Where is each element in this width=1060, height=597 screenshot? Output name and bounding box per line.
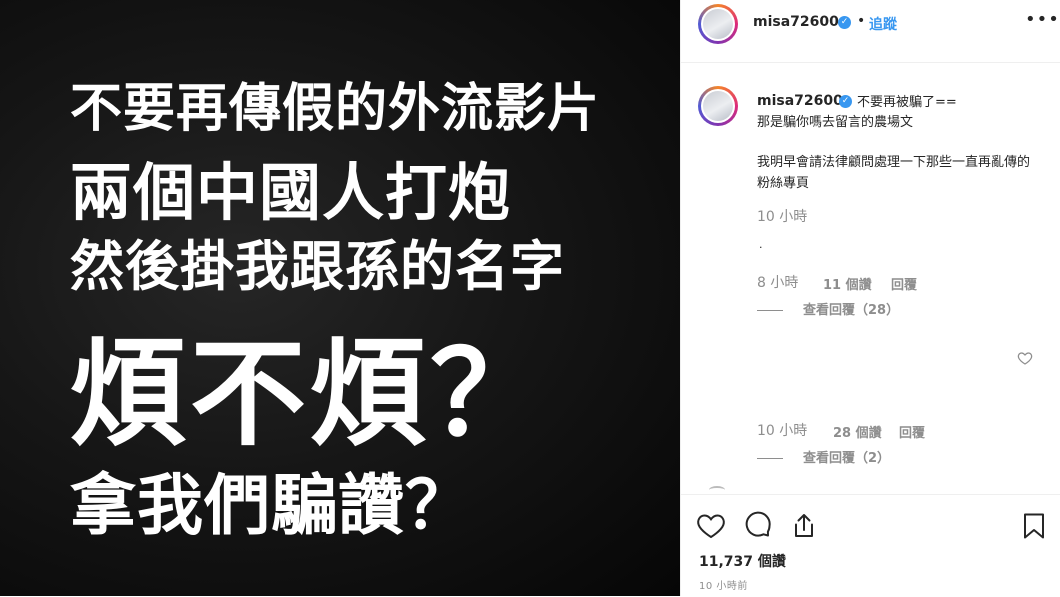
- view-replies-button[interactable]: 查看回覆（28）: [757, 299, 899, 318]
- header-separator: •: [857, 13, 866, 29]
- likes-count[interactable]: 11,737 個讚: [699, 551, 786, 571]
- caption-avatar[interactable]: [698, 86, 738, 126]
- caption-line-2: 那是騙你嗎去留言的農場文: [757, 115, 914, 130]
- caption-line-1: 不要再被騙了==: [857, 95, 957, 110]
- action-bar: 11,737 個讚 10 小時前: [681, 494, 1060, 597]
- comment-heart-icon[interactable]: [1017, 350, 1033, 366]
- comment-timestamp: 10 小時: [757, 423, 808, 439]
- reply-button[interactable]: 回覆: [899, 422, 925, 441]
- image-text-line-2: 兩個中國人打炮: [70, 156, 512, 229]
- divider-line: [757, 458, 783, 459]
- share-icon[interactable]: [789, 511, 819, 541]
- image-text-line-5: 拿我們騙讚？: [70, 467, 472, 544]
- comment-text: .: [759, 238, 763, 251]
- divider-line: [757, 310, 783, 311]
- comment-bubble-icon[interactable]: [743, 511, 773, 541]
- caption-username[interactable]: misa72600: [757, 93, 843, 109]
- header-username[interactable]: misa72600: [753, 14, 839, 30]
- partial-avatar: [709, 486, 725, 494]
- like-heart-icon[interactable]: [696, 511, 726, 541]
- post-sidebar: misa72600 ✓ • 追蹤 ••• misa72600 ✓ 不要再被騙了=…: [680, 0, 1060, 597]
- comment-likes[interactable]: 28 個讚: [833, 422, 882, 441]
- view-replies-label: 查看回覆（28）: [803, 303, 900, 318]
- post-image[interactable]: 不要再傳假的外流影片 兩個中國人打炮 然後掛我跟孫的名字 煩不煩？ 拿我們騙讚？: [0, 0, 680, 596]
- verified-badge-icon: ✓: [839, 95, 852, 108]
- comment-likes[interactable]: 11 個讚: [823, 274, 872, 293]
- view-replies-label: 查看回覆（2）: [803, 451, 891, 466]
- image-text-line-1: 不要再傳假的外流影片: [70, 79, 601, 139]
- verified-badge-icon: ✓: [838, 16, 851, 29]
- comment-timestamp: 8 小時: [757, 275, 799, 291]
- caption-timestamp: 10 小時: [757, 209, 808, 225]
- post-timestamp: 10 小時前: [699, 581, 748, 592]
- bookmark-icon[interactable]: [1019, 511, 1049, 541]
- post-header: misa72600 ✓ • 追蹤 •••: [681, 0, 1060, 63]
- more-options-icon[interactable]: •••: [1025, 9, 1060, 30]
- image-text-line-4: 煩不煩？: [70, 327, 550, 462]
- avatar[interactable]: [698, 4, 738, 44]
- caption-line-3: 我明早會請法律顧問處理一下那些一直再亂傳的粉絲專頁: [757, 155, 1031, 191]
- reply-button[interactable]: 回覆: [891, 274, 917, 293]
- view-replies-button[interactable]: 查看回覆（2）: [757, 447, 890, 466]
- follow-button[interactable]: 追蹤: [869, 14, 897, 34]
- image-text-line-3: 然後掛我跟孫的名字: [70, 235, 565, 298]
